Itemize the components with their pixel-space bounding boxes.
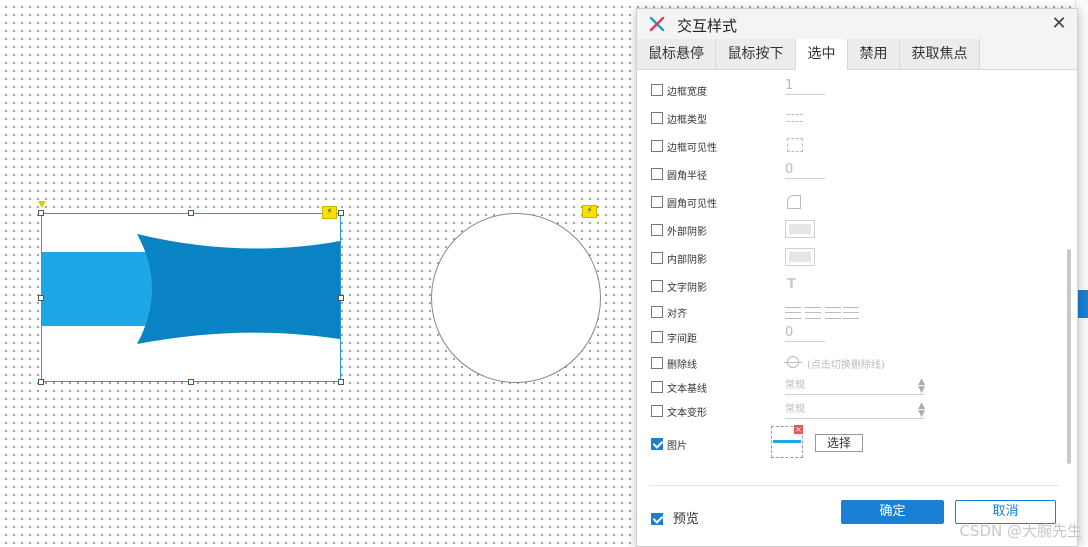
strikethrough-line	[784, 362, 802, 363]
border-width-input[interactable]: 1	[785, 78, 825, 95]
resize-handle[interactable]	[38, 295, 44, 301]
transform-value: 常规	[785, 404, 805, 415]
border-width-checkbox[interactable]	[651, 84, 663, 96]
app-logo-icon	[649, 16, 665, 32]
prop-label: 文本变形	[667, 408, 707, 419]
align-left-icon[interactable]	[785, 307, 801, 319]
prop-label: 圆角半径	[667, 171, 707, 182]
prop-label: 字间距	[667, 334, 697, 345]
outer-shadow-picker[interactable]	[785, 220, 815, 238]
resize-handle[interactable]	[38, 379, 44, 385]
prop-label: 边框宽度	[667, 87, 707, 98]
dialog-titlebar: 交互样式 ✕	[637, 9, 1077, 39]
align-right-icon[interactable]	[825, 307, 841, 319]
transform-checkbox[interactable]	[651, 405, 663, 417]
updown-arrow-icon: ▲ ▼	[918, 377, 925, 395]
dialog-title: 交互样式	[677, 17, 738, 35]
interaction-bolt-icon[interactable]: ⚡	[582, 205, 597, 218]
preview-label: 预览	[672, 512, 699, 527]
canvas-image-widget[interactable]	[41, 213, 341, 382]
tab-focus[interactable]: 获取焦点	[900, 39, 980, 69]
align-center-icon[interactable]	[805, 307, 821, 319]
baseline-value: 常规	[785, 380, 805, 391]
baseline-select[interactable]: 常规 ▲ ▼	[785, 378, 925, 395]
strikethrough-hint: (点击切换删除线)	[807, 360, 885, 371]
corner-radius-input[interactable]: 0	[785, 162, 825, 179]
remove-image-icon[interactable]: ×	[794, 425, 803, 434]
strikethrough-checkbox[interactable]	[651, 357, 663, 369]
corner-radius-icon[interactable]	[787, 195, 801, 209]
corner-visibility-checkbox[interactable]	[651, 196, 663, 208]
thumbnail-line	[773, 440, 801, 443]
prop-label: 文字阴影	[667, 283, 707, 294]
properties-scrollbar[interactable]	[1067, 249, 1071, 464]
edge-accent	[1077, 290, 1088, 318]
ok-button[interactable]: 确定	[841, 500, 944, 524]
tab-mouse-down[interactable]: 鼠标按下	[716, 39, 796, 69]
prop-label: 对齐	[667, 309, 687, 320]
tab-disabled[interactable]: 禁用	[848, 39, 900, 69]
close-icon[interactable]: ✕	[1049, 14, 1069, 34]
prop-label: 边框类型	[667, 115, 707, 126]
footer-divider	[649, 485, 1059, 486]
letter-spacing-checkbox[interactable]	[651, 331, 663, 343]
letter-spacing-input[interactable]: 0	[785, 325, 825, 342]
align-justify-icon[interactable]	[843, 307, 859, 319]
prop-label: 图片	[667, 441, 687, 452]
canvas-circle-widget[interactable]	[431, 213, 601, 383]
resize-handle[interactable]	[338, 295, 344, 301]
updown-arrow-icon: ▲ ▼	[918, 401, 925, 419]
outer-shadow-checkbox[interactable]	[651, 224, 663, 236]
preview-toggle: 预览	[651, 508, 699, 527]
transform-select[interactable]: 常规 ▲ ▼	[785, 402, 925, 419]
inner-shadow-checkbox[interactable]	[651, 252, 663, 264]
tab-selected[interactable]: 选中	[796, 39, 848, 70]
resize-handle[interactable]	[338, 379, 344, 385]
rotate-handle-icon[interactable]	[38, 201, 46, 208]
prop-label: 圆角可见性	[667, 199, 717, 210]
interaction-bolt-icon[interactable]: ⚡	[322, 206, 337, 219]
tab-hover[interactable]: 鼠标悬停	[637, 39, 716, 69]
text-shadow-icon[interactable]: T	[787, 277, 796, 292]
border-visibility-checkbox[interactable]	[651, 140, 663, 152]
interaction-style-dialog: 交互样式 ✕ 鼠标悬停 鼠标按下 选中 禁用 获取焦点 边框宽度 1 边框类型 …	[636, 8, 1078, 547]
image-thumbnail[interactable]: ×	[771, 425, 803, 458]
arrow-banner-image	[42, 234, 340, 344]
choose-image-button[interactable]: 选择	[815, 434, 863, 452]
prop-label: 边框可见性	[667, 143, 717, 154]
state-tabs: 鼠标悬停 鼠标按下 选中 禁用 获取焦点	[637, 39, 1077, 70]
baseline-checkbox[interactable]	[651, 381, 663, 393]
prop-label: 删除线	[667, 360, 697, 371]
resize-handle[interactable]	[188, 379, 194, 385]
text-shadow-checkbox[interactable]	[651, 280, 663, 292]
image-checkbox[interactable]	[651, 438, 663, 450]
corner-radius-checkbox[interactable]	[651, 168, 663, 180]
border-visibility-icon[interactable]	[787, 138, 803, 152]
resize-handle[interactable]	[338, 210, 344, 216]
resize-handle[interactable]	[38, 210, 44, 216]
preview-checkbox[interactable]	[651, 513, 663, 525]
inner-shadow-picker[interactable]	[785, 248, 815, 266]
prop-label: 外部阴影	[667, 227, 707, 238]
prop-label: 内部阴影	[667, 255, 707, 266]
border-type-checkbox[interactable]	[651, 112, 663, 124]
align-checkbox[interactable]	[651, 306, 663, 318]
dash-pattern-icon[interactable]	[787, 114, 803, 122]
prop-label: 文本基线	[667, 384, 707, 395]
watermark: CSDN @大腕先生	[959, 522, 1082, 540]
resize-handle[interactable]	[188, 210, 194, 216]
